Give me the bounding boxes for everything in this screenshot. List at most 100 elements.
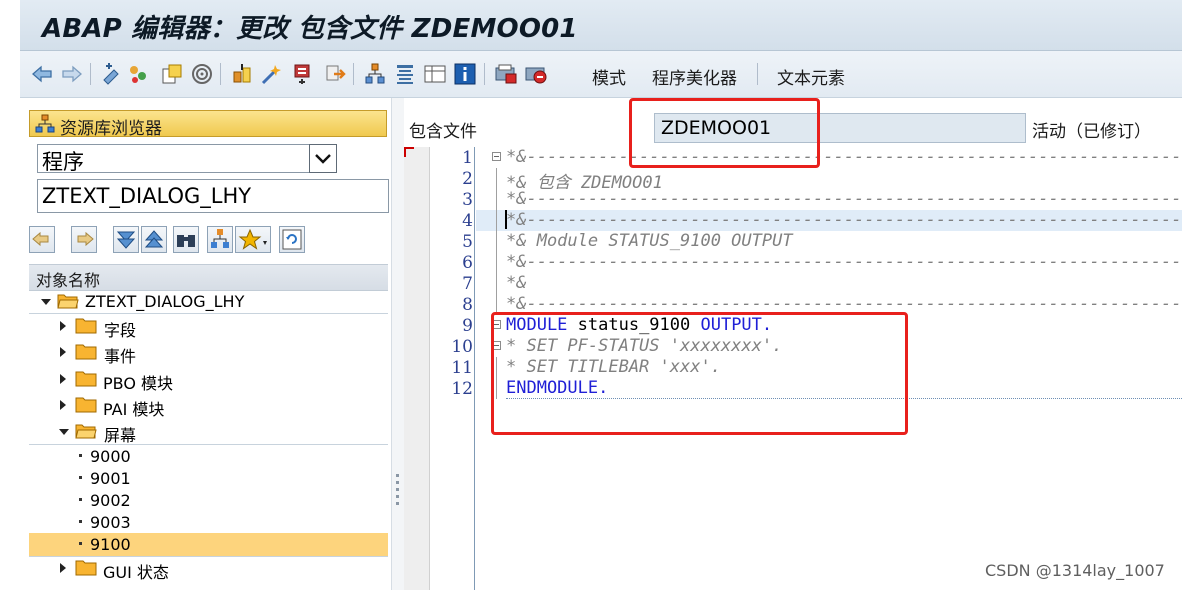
right-arrow-icon <box>77 231 94 247</box>
check-icon[interactable] <box>190 62 214 86</box>
line-number: 5 <box>462 232 473 252</box>
star-icon <box>238 228 267 250</box>
collapsed-triangle-icon <box>60 374 66 384</box>
code-text: *& <box>506 273 527 293</box>
hierarchy-icon <box>35 114 55 133</box>
line-number: 11 <box>451 358 473 378</box>
tree-node-gui-status[interactable]: GUI 状态 <box>29 557 388 582</box>
navigation-icon[interactable] <box>324 62 348 86</box>
tree-node-screen-9100[interactable]: 9100 <box>29 533 388 556</box>
refresh-icon <box>282 229 302 250</box>
tree-node-pai-modules[interactable]: PAI 模块 <box>29 394 388 419</box>
collapsed-triangle-icon <box>60 563 66 573</box>
code-line[interactable]: *& <box>476 273 1182 294</box>
tree-node-label: PBO 模块 <box>103 374 174 393</box>
object-type-select[interactable]: 程序 <box>37 144 337 174</box>
tree-node-screen-9001[interactable]: 9001 <box>29 467 388 490</box>
program-status: 活动（已修订） <box>1032 122 1151 142</box>
tree-node-screen-9002[interactable]: 9002 <box>29 489 388 512</box>
panel-splitter[interactable] <box>391 98 404 590</box>
text-elements-button[interactable]: 文本元素 <box>777 64 845 89</box>
include-label: 包含文件 <box>409 122 477 142</box>
collapsed-triangle-icon <box>60 347 66 357</box>
object-name-input[interactable]: ZTEXT_DIALOG_LHY <box>37 179 389 213</box>
line-number: 12 <box>451 379 473 399</box>
expand-button[interactable] <box>113 226 139 253</box>
favorites-button[interactable] <box>235 226 271 253</box>
tree-node-label: 9100 <box>90 535 131 554</box>
code-line[interactable]: *&--------------------------------------… <box>476 147 1182 168</box>
object-tree: ZTEXT_DIALOG_LHY 字段 事件 PBO 模块 PAI 模块 屏幕 <box>29 290 388 590</box>
code-text: *&--------------------------------------… <box>506 147 1182 167</box>
code-line[interactable]: *& Module STATUS_9100 OUTPUT <box>476 231 1182 252</box>
collapse-button[interactable] <box>141 226 167 253</box>
annotation-box-module-code <box>491 312 908 435</box>
where-used-icon[interactable] <box>292 62 316 86</box>
forward-arrow-icon[interactable] <box>60 62 84 86</box>
pretty-printer-button[interactable]: 程序美化器 <box>652 64 737 89</box>
tree-node-screen-9003[interactable]: 9003 <box>29 511 388 534</box>
tree-node-label: PAI 模块 <box>103 400 165 419</box>
tree-node-root[interactable]: ZTEXT_DIALOG_LHY <box>29 290 388 313</box>
code-line-current[interactable]: *&--------------------------------------… <box>476 210 1182 231</box>
object-list-icon[interactable] <box>363 62 387 86</box>
code-text: *&--------------------------------------… <box>506 252 1182 272</box>
refresh-button[interactable] <box>279 226 305 253</box>
dropdown-button[interactable] <box>309 144 337 173</box>
test-icon[interactable] <box>260 62 284 86</box>
fold-toggle-icon[interactable] <box>492 152 501 161</box>
display-icon[interactable] <box>393 62 417 86</box>
expanded-triangle-icon <box>41 299 51 305</box>
tree-node-pbo-modules[interactable]: PBO 模块 <box>29 368 388 393</box>
tree-node-label: ZTEXT_DIALOG_LHY <box>85 292 245 311</box>
code-line[interactable]: *&--------------------------------------… <box>476 252 1182 273</box>
breakpoint-gutter[interactable] <box>404 147 430 590</box>
activate-icon[interactable] <box>230 62 254 86</box>
info-icon[interactable] <box>453 62 477 86</box>
repository-browser-label: 资源库浏览器 <box>60 119 162 139</box>
open-folder-icon <box>75 424 97 439</box>
stop-icon[interactable] <box>524 62 548 86</box>
binoculars-icon <box>177 235 195 247</box>
line-number: 4 <box>462 211 473 231</box>
find-button[interactable] <box>173 226 199 253</box>
code-line[interactable]: *&--------------------------------------… <box>476 189 1182 210</box>
line-number: 10 <box>451 337 473 357</box>
tree-node-label: 9000 <box>90 447 131 466</box>
code-text: *&--------------------------------------… <box>506 210 1182 230</box>
tree-node-fields[interactable]: 字段 <box>29 315 388 340</box>
folder-icon <box>75 560 97 576</box>
folder-icon <box>75 344 97 360</box>
chevron-down-icon <box>315 154 331 164</box>
repository-browser-panel: 资源库浏览器 程序 ZTEXT_DIALOG_LHY 对象名称 ZTEXT_DI… <box>20 98 390 590</box>
other-object-icon[interactable] <box>100 62 124 86</box>
back-arrow-icon[interactable] <box>30 62 54 86</box>
tree-node-screens[interactable]: 屏幕 <box>29 420 388 445</box>
annotation-box-include-name <box>629 98 820 168</box>
code-text: *& 包含 ZDEMOO01 <box>506 173 663 189</box>
tree-node-label: 9001 <box>90 469 131 488</box>
pretty-printer-icon[interactable] <box>494 62 518 86</box>
line-numbers: 1 2 3 4 5 6 7 8 9 10 11 12 <box>429 147 473 590</box>
tree-node-screen-9000[interactable]: 9000 <box>29 445 388 468</box>
object-name-header: 对象名称 <box>36 271 101 290</box>
active-inactive-icon[interactable] <box>160 62 184 86</box>
previous-object-button[interactable] <box>29 226 55 253</box>
tree-node-label: GUI 状态 <box>103 563 169 582</box>
next-object-button[interactable] <box>71 226 97 253</box>
object-name-value: ZTEXT_DIALOG_LHY <box>42 184 252 208</box>
hierarchy-button[interactable] <box>207 226 233 253</box>
code-line[interactable]: *& 包含 ZDEMOO01 <box>476 168 1182 189</box>
tree-column-header: 对象名称 <box>29 264 388 291</box>
pattern-icon[interactable] <box>423 62 447 86</box>
window-left-edge <box>0 0 20 590</box>
change-display-icon[interactable] <box>126 62 150 86</box>
mode-button[interactable]: 模式 <box>592 64 626 89</box>
tree-node-label: 屏幕 <box>104 426 137 445</box>
expanded-triangle-icon <box>59 429 69 435</box>
folder-icon <box>75 318 97 334</box>
object-type-value: 程序 <box>42 150 84 174</box>
line-number: 3 <box>462 190 473 210</box>
tree-node-events[interactable]: 事件 <box>29 341 388 366</box>
repository-browser-button[interactable]: 资源库浏览器 <box>29 110 387 139</box>
